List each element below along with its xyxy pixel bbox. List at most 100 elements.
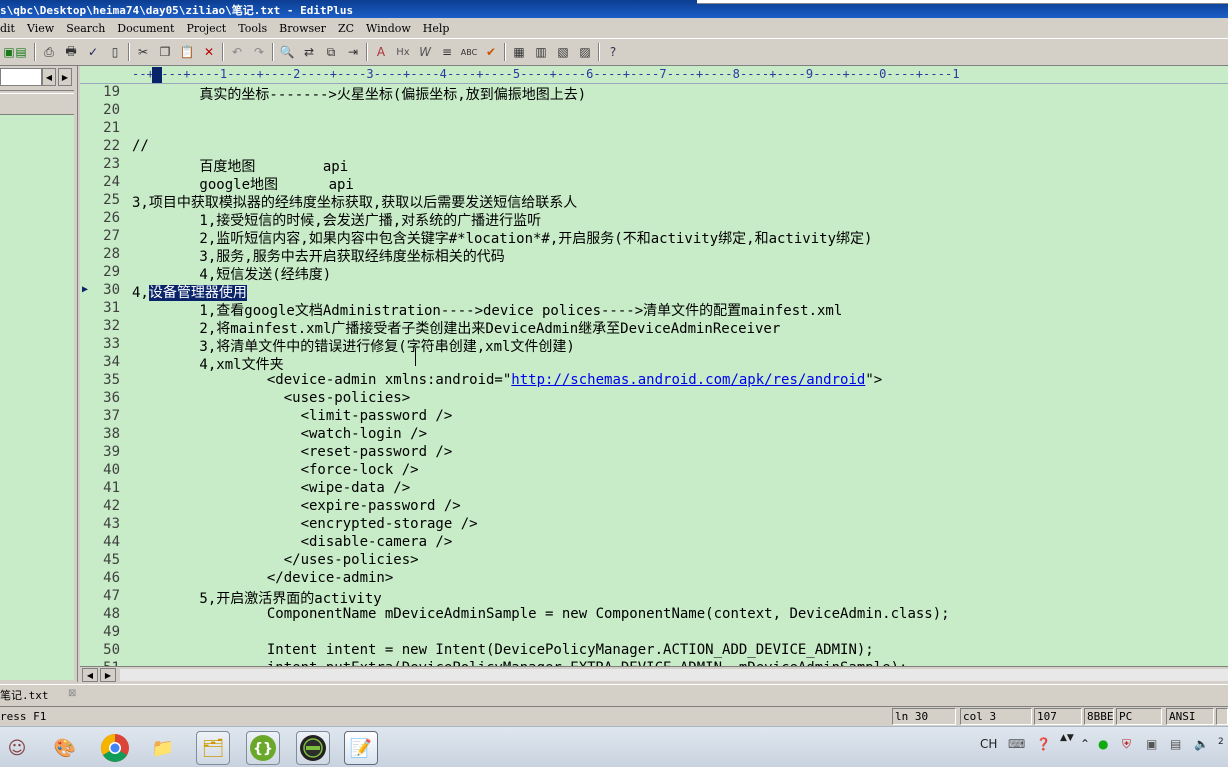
status-eol[interactable]: PC bbox=[1116, 708, 1162, 725]
explorer-icon[interactable]: 🗂 bbox=[196, 731, 230, 765]
editor-line[interactable]: 37 <limit-password /> bbox=[80, 408, 1228, 426]
panel-right-arrow-icon[interactable]: ▶ bbox=[58, 68, 72, 86]
editor-line[interactable]: 26 1,接受短信的时候,会发送广播,对系统的广播进行监听 bbox=[80, 210, 1228, 229]
editor-line[interactable]: 50 Intent intent = new Intent(DevicePoli… bbox=[80, 642, 1228, 660]
editor-line[interactable]: 40 <force-lock /> bbox=[80, 462, 1228, 480]
editor-line[interactable]: 43 <encrypted-storage /> bbox=[80, 516, 1228, 534]
network-status-icon[interactable]: ● bbox=[1098, 737, 1108, 751]
menu-zc[interactable]: ZC bbox=[332, 22, 360, 35]
menu-search[interactable]: Search bbox=[60, 22, 111, 35]
editor-line[interactable]: 38 <watch-login /> bbox=[80, 426, 1228, 444]
editor-line[interactable]: 47 5,开启激活界面的activity bbox=[80, 588, 1228, 607]
save-all-icon[interactable]: ▤ bbox=[12, 43, 30, 61]
editor-line[interactable]: 48 ComponentName mDeviceAdminSample = ne… bbox=[80, 606, 1228, 624]
editor-line[interactable]: 34 4,xml文件夹 bbox=[80, 354, 1228, 373]
editor-line[interactable]: 49 bbox=[80, 624, 1228, 642]
braces-app-icon[interactable]: {} bbox=[246, 731, 280, 765]
editor-line[interactable]: 36 <uses-policies> bbox=[80, 390, 1228, 408]
editor-line[interactable]: 35 <device-admin xmlns:android="http://s… bbox=[80, 372, 1228, 390]
editor-line[interactable]: 33 3,将清单文件中的错误进行修复(字符串创建,xml文件创建) bbox=[80, 336, 1228, 355]
font-icon[interactable]: A bbox=[372, 43, 390, 61]
chrome-icon[interactable] bbox=[98, 731, 132, 765]
abc-icon[interactable]: ABC bbox=[460, 43, 478, 61]
paste-icon[interactable]: 📋 bbox=[178, 43, 196, 61]
document-tab[interactable]: 笔记.txt bbox=[0, 687, 49, 705]
copy-icon[interactable]: ❐ bbox=[156, 43, 174, 61]
editor-line[interactable]: ▶ 30 4,设备管理器使用 bbox=[80, 282, 1228, 301]
editor-line[interactable]: 39 <reset-password /> bbox=[80, 444, 1228, 462]
android-app-icon[interactable] bbox=[296, 731, 330, 765]
window-list-icon[interactable]: ▦ bbox=[510, 43, 528, 61]
display-icon[interactable]: ▤ bbox=[1170, 737, 1181, 751]
tray-expand-icon[interactable]: ⌃ bbox=[1080, 737, 1090, 751]
editor-line[interactable]: 32 2,将mainfest.xml广播接受者子类创建出来DeviceAdmin… bbox=[80, 318, 1228, 337]
menu-edit[interactable]: dit bbox=[0, 22, 21, 35]
security-icon[interactable]: ⛨ bbox=[1122, 737, 1131, 752]
spell-check-red-icon[interactable]: ✔ bbox=[482, 43, 500, 61]
redo-icon[interactable]: ↷ bbox=[250, 43, 268, 61]
directory-combo[interactable] bbox=[0, 68, 42, 86]
paint-palette-icon[interactable]: 🎨 bbox=[48, 731, 82, 765]
editor-line[interactable]: 24 google地图 api bbox=[80, 174, 1228, 193]
delete-icon[interactable]: ✕ bbox=[200, 43, 218, 61]
status-encoding[interactable]: ANSI bbox=[1166, 708, 1214, 725]
editor-line[interactable]: 23 百度地图 api bbox=[80, 156, 1228, 175]
replace-icon[interactable]: ⇄ bbox=[300, 43, 318, 61]
menu-window[interactable]: Window bbox=[360, 22, 417, 35]
editor-line[interactable]: 31 1,查看google文档Administration---->device… bbox=[80, 300, 1228, 319]
tray-updown-icon[interactable]: ▲▼ bbox=[1060, 733, 1074, 743]
undo-icon[interactable]: ↶ bbox=[228, 43, 246, 61]
editplus-icon[interactable]: 📝 bbox=[344, 731, 378, 765]
keyboard-icon[interactable]: ⌨ bbox=[1008, 737, 1025, 751]
menu-browser[interactable]: Browser bbox=[273, 22, 332, 35]
editor-line[interactable]: 28 3,服务,服务中去开启获取经纬度坐标相关的代码 bbox=[80, 246, 1228, 265]
editor-line[interactable]: 25 3,项目中获取模拟器的经纬度坐标获取,获取以后需要发送短信给联系人 bbox=[80, 192, 1228, 211]
horizontal-scrollbar[interactable]: ◀ ▶ bbox=[80, 666, 1228, 682]
file-list[interactable] bbox=[0, 114, 74, 680]
language-indicator[interactable]: CH bbox=[980, 737, 997, 751]
spell-check-icon[interactable]: ✓ bbox=[84, 43, 102, 61]
print-icon[interactable]: 🖶 bbox=[62, 43, 80, 61]
menu-document[interactable]: Document bbox=[111, 22, 180, 35]
editor-line[interactable]: 46 </device-admin> bbox=[80, 570, 1228, 588]
scroll-left-arrow-icon[interactable]: ◀ bbox=[82, 668, 98, 682]
output-window-icon[interactable]: ▨ bbox=[576, 43, 594, 61]
menu-tools[interactable]: Tools bbox=[232, 22, 273, 35]
panel-left-arrow-icon[interactable]: ◀ bbox=[42, 68, 56, 86]
schema-url-link[interactable]: http://schemas.android.com/apk/res/andro… bbox=[511, 372, 865, 388]
editor-line[interactable]: 29 4,短信发送(经纬度) bbox=[80, 264, 1228, 283]
browser-icon[interactable]: ▧ bbox=[554, 43, 572, 61]
menu-view[interactable]: View bbox=[21, 22, 60, 35]
line-numbers-icon[interactable]: ≡ bbox=[438, 43, 456, 61]
editor-line[interactable]: 42 <expire-password /> bbox=[80, 498, 1228, 516]
tab-close-icon[interactable]: ⊠ bbox=[68, 688, 76, 699]
tile-icon[interactable]: ▥ bbox=[532, 43, 550, 61]
editor-line[interactable]: 19 真实的坐标------->火星坐标(偏振坐标,放到偏振地图上去) bbox=[80, 84, 1228, 103]
menu-help[interactable]: Help bbox=[417, 22, 456, 35]
editor-line[interactable]: 21 bbox=[80, 120, 1228, 138]
volume-icon[interactable]: 🔈 bbox=[1194, 737, 1209, 751]
help-icon[interactable]: ? bbox=[604, 43, 622, 61]
find-icon[interactable]: 🔍 bbox=[278, 43, 296, 61]
editor-line[interactable]: 20 bbox=[80, 102, 1228, 120]
user-avatar-icon[interactable]: ☺ bbox=[0, 731, 34, 765]
menu-project[interactable]: Project bbox=[180, 22, 232, 35]
editor-line[interactable]: 27 2,监听短信内容,如果内容中包含关键字#*location*#,开启服务(… bbox=[80, 228, 1228, 247]
file-icon[interactable]: ▯ bbox=[106, 43, 124, 61]
editor-line[interactable]: 44 <disable-camera /> bbox=[80, 534, 1228, 552]
devices-icon[interactable]: ▣ bbox=[1146, 737, 1157, 751]
cut-icon[interactable]: ✂ bbox=[134, 43, 152, 61]
folder-notes-icon[interactable]: 📁 bbox=[146, 731, 180, 765]
scroll-track[interactable] bbox=[120, 669, 1228, 681]
editor-line[interactable]: 45 </uses-policies> bbox=[80, 552, 1228, 570]
editor-line[interactable]: 41 <wipe-data /> bbox=[80, 480, 1228, 498]
goto-line-icon[interactable]: ⇥ bbox=[344, 43, 362, 61]
print-preview-icon[interactable]: ⎙ bbox=[40, 43, 58, 61]
text-editor[interactable]: 19 真实的坐标------->火星坐标(偏振坐标,放到偏振地图上去) 20 21 2… bbox=[80, 84, 1228, 666]
scroll-right-arrow-icon[interactable]: ▶ bbox=[100, 668, 116, 682]
help-tray-icon[interactable]: ❓ bbox=[1036, 737, 1051, 751]
hex-view-icon[interactable]: Hx bbox=[394, 43, 412, 61]
find-in-files-icon[interactable]: ⧉ bbox=[322, 43, 340, 61]
editor-line[interactable]: 22 // bbox=[80, 138, 1228, 156]
word-wrap-icon[interactable]: W bbox=[416, 43, 434, 61]
